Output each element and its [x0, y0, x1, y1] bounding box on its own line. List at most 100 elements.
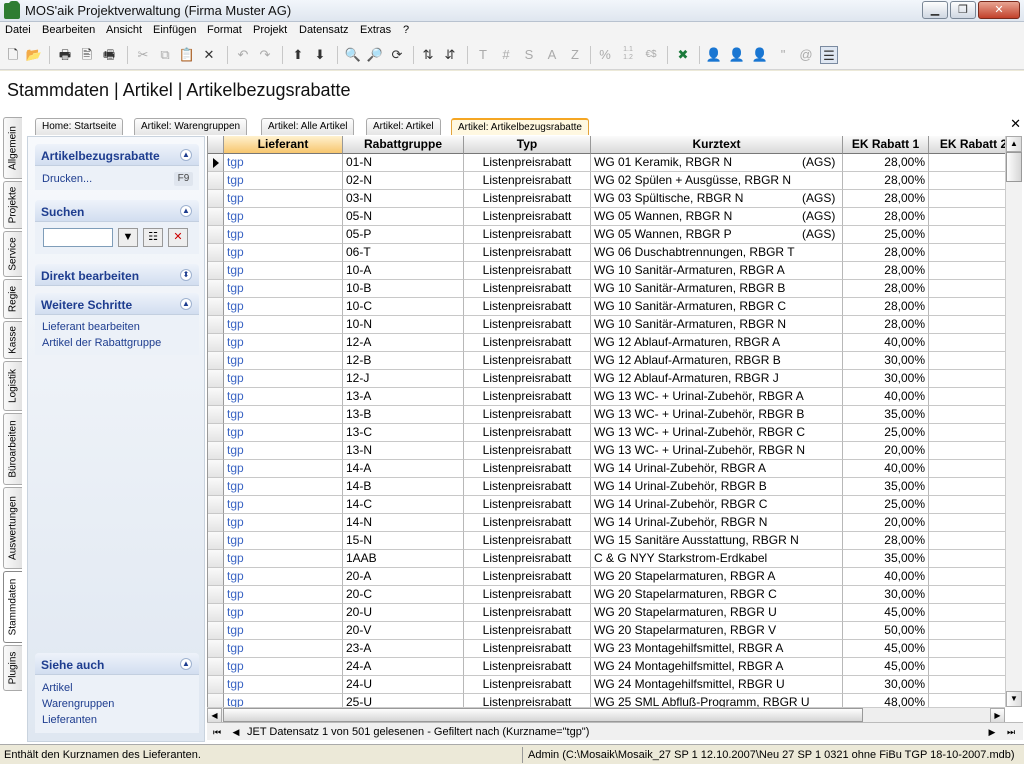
cell-ek-rabatt-2[interactable] [929, 640, 1005, 658]
cell-typ[interactable]: Listenpreisrabatt [464, 154, 591, 172]
row-selector[interactable] [208, 676, 224, 694]
menu-format[interactable]: Format [207, 24, 242, 36]
cell-rabattgruppe[interactable]: 05-N [343, 208, 464, 226]
cell-ek-rabatt-2[interactable] [929, 298, 1005, 316]
collapse-icon[interactable]: ▲ [180, 149, 192, 161]
data-grid[interactable]: Lieferant Rabattgruppe Typ Kurztext EK R… [207, 136, 1005, 707]
print-preview-icon[interactable]: 🖹 [78, 46, 96, 64]
cell-ek-rabatt-2[interactable] [929, 694, 1005, 707]
cell-lieferant[interactable]: tgp [224, 550, 343, 568]
find-replace-icon[interactable]: 🔎 [366, 46, 384, 64]
cut-icon[interactable]: ✂ [134, 46, 152, 64]
cell-ek-rabatt-2[interactable] [929, 226, 1005, 244]
cell-typ[interactable]: Listenpreisrabatt [464, 496, 591, 514]
cell-lieferant[interactable]: tgp [224, 208, 343, 226]
row-selector[interactable] [208, 388, 224, 406]
currency-button[interactable]: €$ [642, 46, 660, 64]
cell-kurztext[interactable]: WG 13 WC- + Urinal-Zubehör, RBGR B [591, 406, 843, 424]
previous-record-icon[interactable]: ◀ [229, 725, 243, 739]
cell-rabattgruppe[interactable]: 14-C [343, 496, 464, 514]
link-warengruppen[interactable]: Warengruppen [42, 698, 114, 710]
row-selector[interactable] [208, 406, 224, 424]
cell-typ[interactable]: Listenpreisrabatt [464, 262, 591, 280]
row-selector[interactable] [208, 442, 224, 460]
cell-rabattgruppe[interactable]: 13-N [343, 442, 464, 460]
cell-typ[interactable]: Listenpreisrabatt [464, 676, 591, 694]
link-artikel[interactable]: Artikel [42, 682, 73, 694]
numbering-button[interactable]: 1.1 1.2 [619, 46, 637, 64]
cell-typ[interactable]: Listenpreisrabatt [464, 352, 591, 370]
paste-icon[interactable]: 📋 [178, 46, 196, 64]
tab-regie[interactable]: Regie [3, 279, 22, 319]
cell-ek-rabatt-2[interactable] [929, 460, 1005, 478]
cell-ek-rabatt-1[interactable]: 28,00% [843, 298, 929, 316]
table-row[interactable]: tgp 20-C Listenpreisrabatt WG 20 Stapelarma… [208, 586, 1005, 604]
scroll-left-icon[interactable]: ◀ [207, 708, 222, 723]
user-red-icon[interactable]: 👤 [751, 46, 769, 64]
table-row[interactable]: tgp 02-N Listenpreisrabatt WG 02 Spülen + A… [208, 172, 1005, 190]
cell-typ[interactable]: Listenpreisrabatt [464, 460, 591, 478]
cell-rabattgruppe[interactable]: 14-A [343, 460, 464, 478]
table-row[interactable]: tgp 12-A Listenpreisrabatt WG 12 Ablauf-Arm… [208, 334, 1005, 352]
at-sign-icon[interactable]: @ [797, 46, 815, 64]
scroll-up-icon[interactable]: ▲ [1006, 136, 1022, 152]
cell-lieferant[interactable]: tgp [224, 568, 343, 586]
cell-typ[interactable]: Listenpreisrabatt [464, 298, 591, 316]
cell-ek-rabatt-2[interactable] [929, 406, 1005, 424]
cell-ek-rabatt-2[interactable] [929, 172, 1005, 190]
row-selector[interactable] [208, 280, 224, 298]
cell-ek-rabatt-1[interactable]: 25,00% [843, 496, 929, 514]
column-header-kurztext[interactable]: Kurztext [591, 136, 843, 154]
cell-kurztext[interactable]: WG 20 Stapelarmaturen, RBGR A [591, 568, 843, 586]
table-row[interactable]: tgp 20-A Listenpreisrabatt WG 20 Stapelarma… [208, 568, 1005, 586]
cell-kurztext[interactable]: WG 14 Urinal-Zubehör, RBGR C [591, 496, 843, 514]
row-selector[interactable] [208, 514, 224, 532]
cell-kurztext[interactable]: WG 14 Urinal-Zubehör, RBGR N [591, 514, 843, 532]
cell-ek-rabatt-2[interactable] [929, 244, 1005, 262]
table-row[interactable]: tgp 20-U Listenpreisrabatt WG 20 Stapelarma… [208, 604, 1005, 622]
cell-rabattgruppe[interactable]: 13-A [343, 388, 464, 406]
first-record-icon[interactable]: ⏮ [210, 725, 224, 739]
cell-kurztext[interactable]: WG 01 Keramik, RBGR N (AGS) [591, 154, 843, 172]
cell-typ[interactable]: Listenpreisrabatt [464, 532, 591, 550]
row-selector[interactable] [208, 694, 224, 707]
row-selector[interactable] [208, 496, 224, 514]
collapse-icon[interactable]: ▲ [180, 205, 192, 217]
undo-icon[interactable]: ↶ [234, 46, 252, 64]
cell-ek-rabatt-1[interactable]: 30,00% [843, 352, 929, 370]
cell-ek-rabatt-2[interactable] [929, 262, 1005, 280]
row-selector[interactable] [208, 658, 224, 676]
tab-stammdaten[interactable]: Stammdaten [3, 571, 22, 643]
cell-kurztext[interactable]: WG 20 Stapelarmaturen, RBGR U [591, 604, 843, 622]
table-row[interactable]: tgp 24-A Listenpreisrabatt WG 24 Montagehil… [208, 658, 1005, 676]
cell-kurztext[interactable]: WG 15 Sanitäre Ausstattung, RBGR N [591, 532, 843, 550]
table-row[interactable]: tgp 10-N Listenpreisrabatt WG 10 Sanitär-Ar… [208, 316, 1005, 334]
cell-kurztext[interactable]: WG 05 Wannen, RBGR P (AGS) [591, 226, 843, 244]
tab-auswertungen[interactable]: Auswertungen [3, 487, 22, 569]
table-row[interactable]: tgp 10-C Listenpreisrabatt WG 10 Sanitär-Ar… [208, 298, 1005, 316]
cell-ek-rabatt-1[interactable]: 28,00% [843, 532, 929, 550]
cell-kurztext[interactable]: WG 13 WC- + Urinal-Zubehör, RBGR N [591, 442, 843, 460]
cell-rabattgruppe[interactable]: 10-N [343, 316, 464, 334]
collapse-icon[interactable]: ▲ [180, 658, 192, 670]
maximize-button[interactable]: ❐ [950, 1, 976, 19]
tab-allgemein[interactable]: Allgemein [3, 117, 22, 179]
cell-lieferant[interactable]: tgp [224, 604, 343, 622]
cell-typ[interactable]: Listenpreisrabatt [464, 388, 591, 406]
cell-ek-rabatt-1[interactable]: 40,00% [843, 334, 929, 352]
cell-ek-rabatt-2[interactable] [929, 586, 1005, 604]
table-row[interactable]: tgp 25-U Listenpreisrabatt WG 25 SML Abfluß… [208, 694, 1005, 707]
cell-ek-rabatt-1[interactable]: 30,00% [843, 586, 929, 604]
cell-ek-rabatt-2[interactable] [929, 658, 1005, 676]
cell-lieferant[interactable]: tgp [224, 244, 343, 262]
menu-extras[interactable]: Extras [360, 24, 391, 36]
cell-rabattgruppe[interactable]: 25-U [343, 694, 464, 707]
cell-lieferant[interactable]: tgp [224, 370, 343, 388]
cell-lieferant[interactable]: tgp [224, 496, 343, 514]
cell-ek-rabatt-1[interactable]: 45,00% [843, 640, 929, 658]
menu-datei[interactable]: Datei [5, 24, 31, 36]
row-selector[interactable] [208, 586, 224, 604]
cell-lieferant[interactable]: tgp [224, 190, 343, 208]
a-format-button[interactable]: A [543, 46, 561, 64]
collapse-icon[interactable]: ▲ [180, 298, 192, 310]
